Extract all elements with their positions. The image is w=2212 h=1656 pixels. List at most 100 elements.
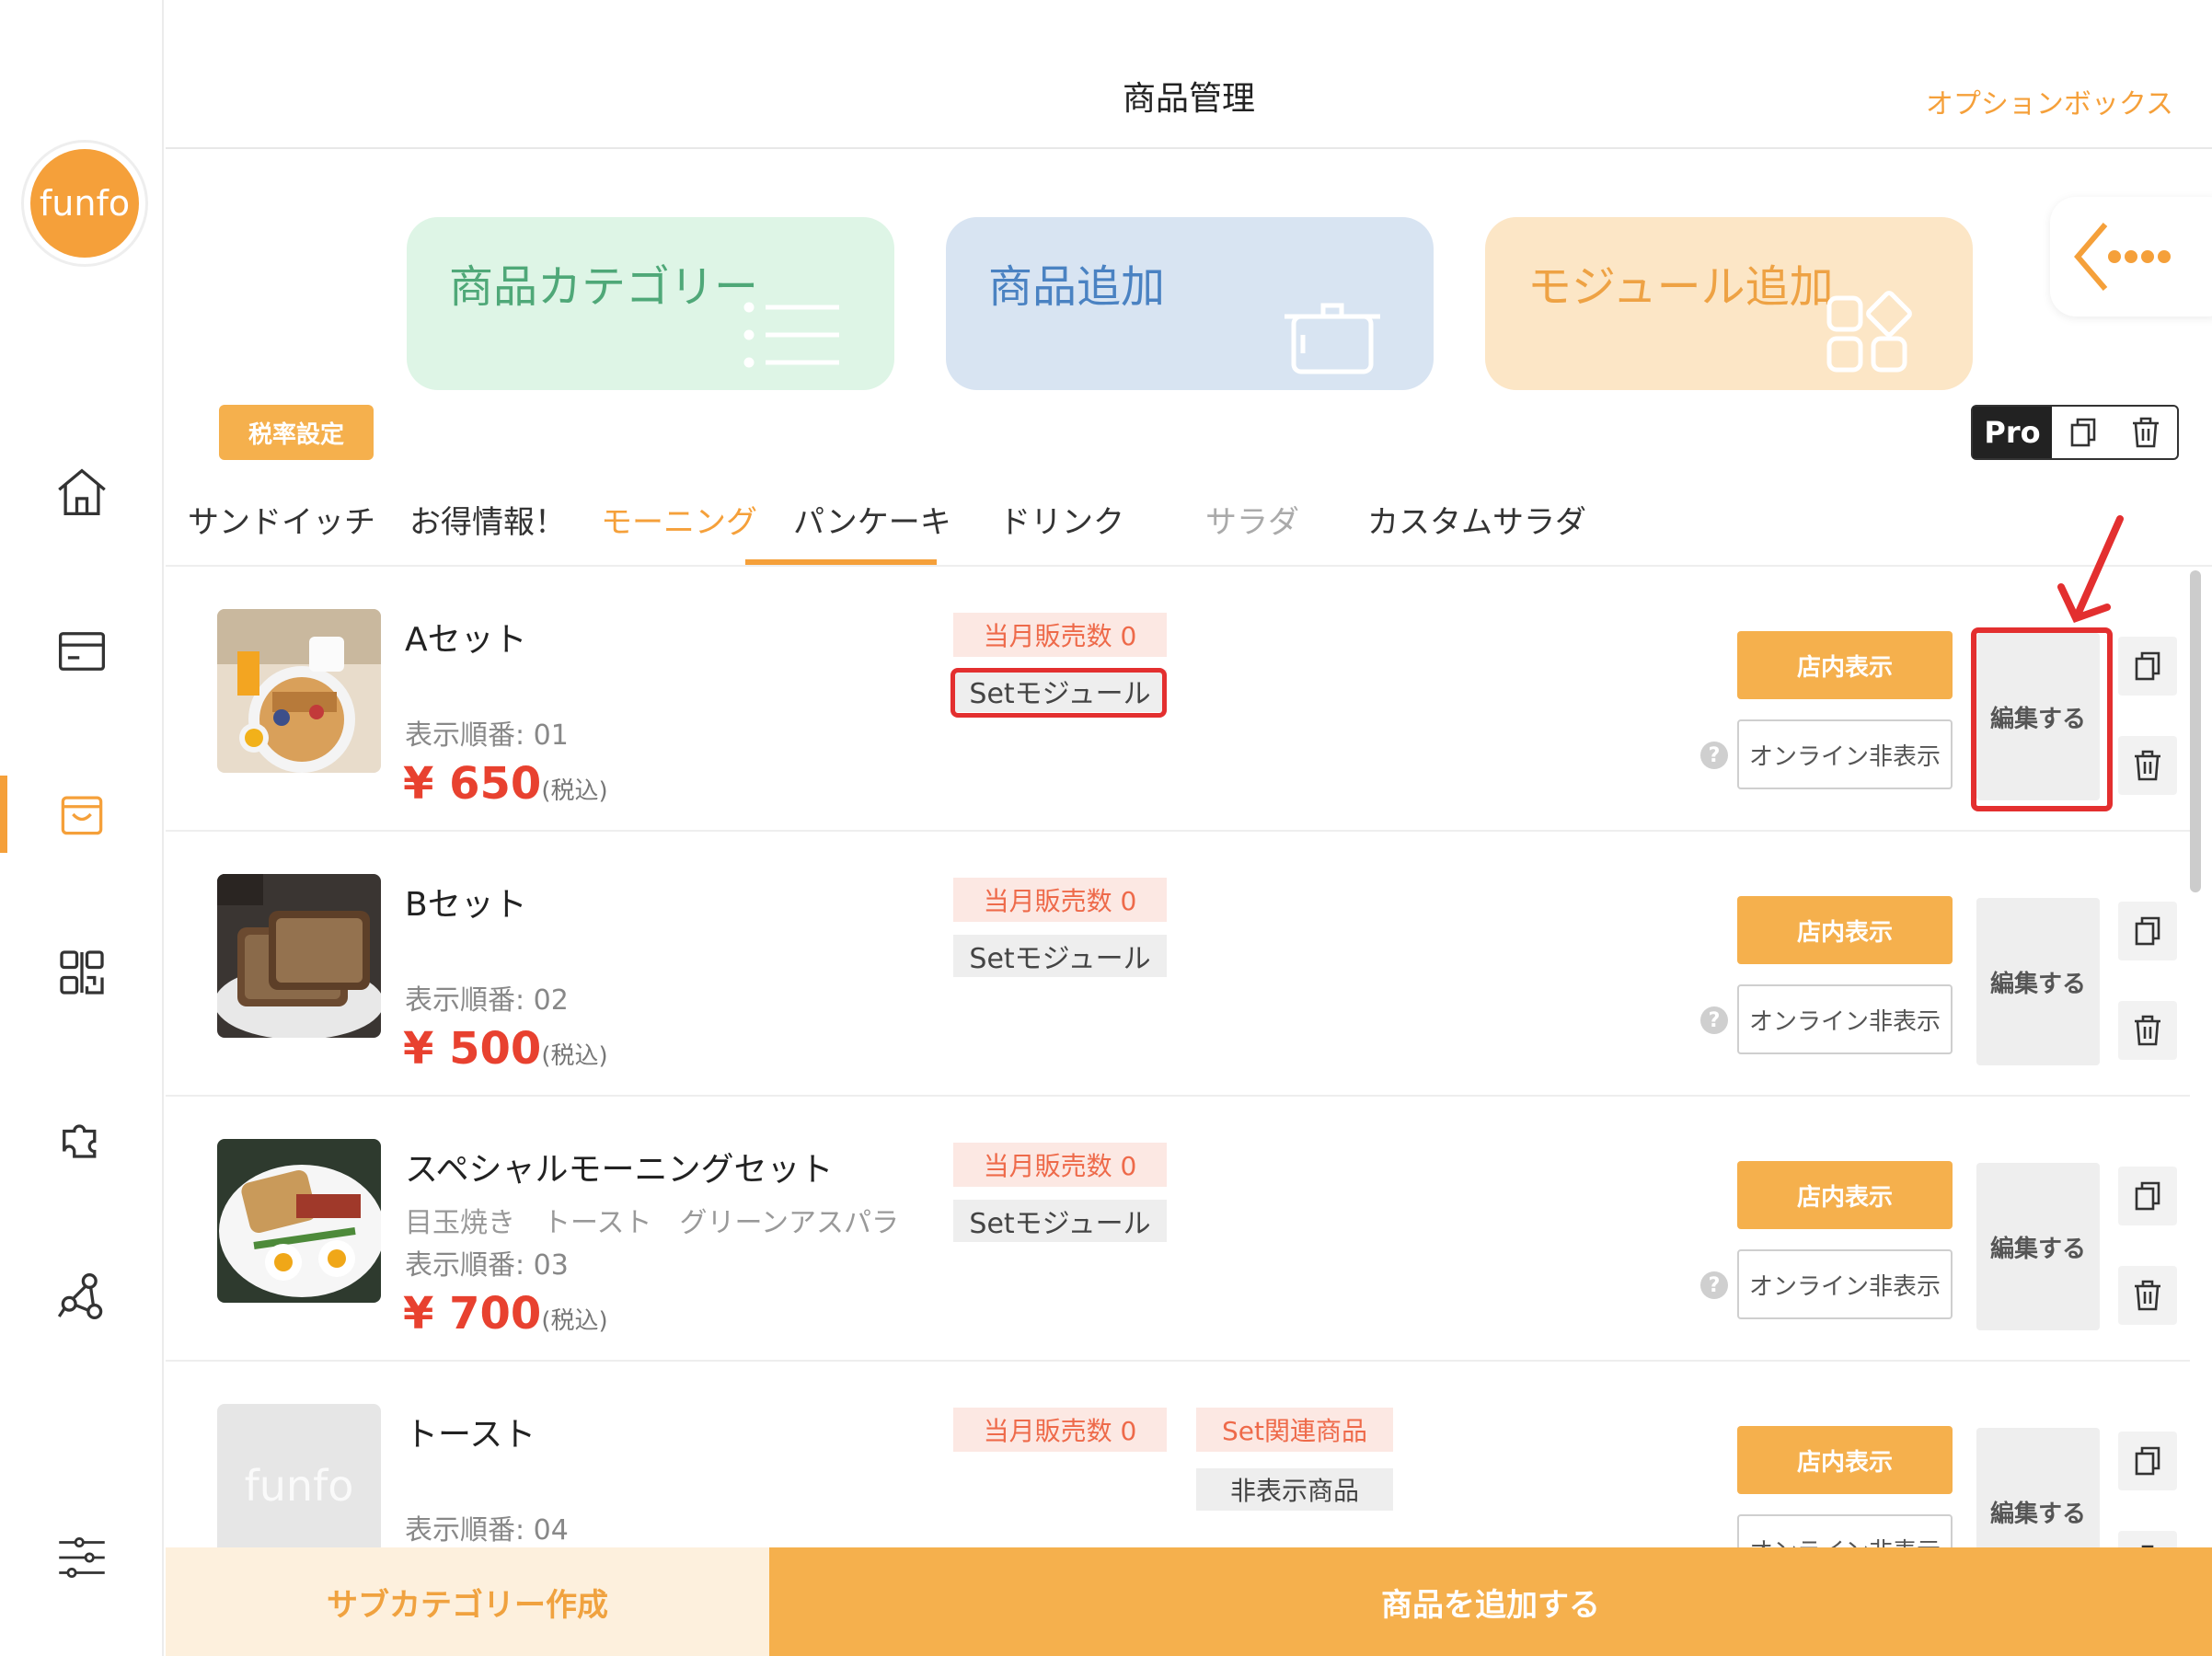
product-order: 表示順番: 01 xyxy=(405,719,569,752)
add-product-card-label: 商品追加 xyxy=(988,261,1166,313)
create-subcategory-button[interactable]: サブカテゴリー作成 xyxy=(166,1547,769,1656)
tab-pancake[interactable]: パンケーキ xyxy=(793,497,951,542)
highlight-set-module xyxy=(950,668,1167,718)
sidebar-item-qr[interactable] xyxy=(0,931,164,1014)
copy-icon xyxy=(2135,651,2160,681)
delete-product-button[interactable] xyxy=(2118,736,2177,795)
trash-icon xyxy=(2135,1280,2160,1311)
trash-icon xyxy=(2133,417,2159,448)
product-image xyxy=(217,609,381,773)
sidebar-item-card[interactable] xyxy=(0,610,164,693)
delete-product-button[interactable] xyxy=(2118,1001,2177,1060)
online-hide-button[interactable]: オンライン非表示 xyxy=(1737,1514,1953,1547)
tab-morning[interactable]: モーニング xyxy=(601,497,757,542)
copy-product-button[interactable] xyxy=(2118,902,2177,960)
copy-icon xyxy=(2135,1446,2160,1476)
network-icon xyxy=(57,1272,103,1320)
chevron-left-icon xyxy=(2074,223,2171,291)
product-name: トースト xyxy=(405,1416,536,1454)
online-hide-button[interactable]: オンライン非表示 xyxy=(1737,984,1953,1054)
tab-deals[interactable]: お得情報！ xyxy=(409,497,566,542)
online-hide-button[interactable]: オンライン非表示 xyxy=(1737,719,1953,789)
price-tax-label: (税込) xyxy=(541,1307,608,1335)
sidebar: funfo xyxy=(0,0,164,1656)
tax-settings-button[interactable]: 税率設定 xyxy=(219,405,374,460)
trash-icon xyxy=(2135,1015,2160,1046)
help-icon[interactable]: ? xyxy=(1700,1271,1728,1299)
price-value: ¥ 650 xyxy=(403,758,542,810)
copy-icon xyxy=(2070,418,2096,447)
page-title: 商品管理 xyxy=(1122,80,1255,118)
product-row: funfo トースト 表示順番: 04 当月販売数 0 Set関連商品 非表示商… xyxy=(166,1362,2190,1547)
tab-salad[interactable]: サラダ xyxy=(1205,497,1299,542)
product-name: Aセット xyxy=(405,621,527,659)
edit-button[interactable]: 編集する xyxy=(1976,898,2100,1065)
logo-text: funfo xyxy=(30,149,139,258)
bag-icon xyxy=(61,796,103,835)
add-product-button[interactable]: 商品を追加する xyxy=(769,1547,2212,1656)
sidebar-item-products[interactable] xyxy=(0,773,164,856)
add-module-card[interactable]: モジュール追加 xyxy=(1485,217,1973,390)
tab-custom-salad[interactable]: カスタムサラダ xyxy=(1367,497,1586,542)
store-display-button[interactable]: 店内表示 xyxy=(1737,1426,1953,1494)
delete-product-button[interactable] xyxy=(2118,1266,2177,1325)
list-icon xyxy=(743,302,839,368)
edit-button[interactable]: 編集する xyxy=(1976,1428,2100,1547)
sidebar-item-settings[interactable] xyxy=(0,1516,164,1599)
category-tabs: サンドイッチ お得情報！ モーニング パンケーキ ドリンク サラダ カスタムサラ… xyxy=(166,478,2212,567)
store-display-button[interactable]: 店内表示 xyxy=(1737,1161,1953,1229)
store-display-button[interactable]: 店内表示 xyxy=(1737,631,1953,699)
bulk-copy-button[interactable] xyxy=(2052,407,2114,458)
annotation-arrow-icon xyxy=(2057,515,2124,623)
edit-button[interactable]: 編集する xyxy=(1976,1163,2100,1330)
puzzle-icon xyxy=(63,1124,97,1158)
pro-button[interactable]: Pro xyxy=(1973,407,2052,458)
option-box-link[interactable]: オプションボックス xyxy=(1926,81,2173,121)
online-hide-button[interactable]: オンライン非表示 xyxy=(1737,1249,1953,1319)
product-row: Bセット 表示順番: 02 ¥ 500(税込) 当月販売数 0 Setモジュール… xyxy=(166,832,2190,1097)
price-value: ¥ 500 xyxy=(403,1023,542,1075)
tab-drink[interactable]: ドリンク xyxy=(999,497,1124,542)
active-tab-underline xyxy=(745,559,937,565)
product-name: Bセット xyxy=(405,886,527,924)
copy-icon xyxy=(2135,916,2160,946)
settings-sliders-icon xyxy=(59,1537,105,1578)
price-value: ¥ 700 xyxy=(403,1288,542,1340)
help-icon[interactable]: ? xyxy=(1700,1006,1728,1034)
product-row: スペシャルモーニングセット 目玉焼き トースト グリーンアスパラ 表示順番: 0… xyxy=(166,1097,2190,1362)
copy-product-button[interactable] xyxy=(2118,637,2177,696)
add-product-card[interactable]: 商品追加 xyxy=(946,217,1434,390)
trash-icon xyxy=(2135,750,2160,781)
copy-product-button[interactable] xyxy=(2118,1167,2177,1225)
funfo-logo[interactable]: funfo xyxy=(21,140,148,267)
category-card[interactable]: 商品カテゴリー xyxy=(407,217,894,390)
set-module-badge: Setモジュール xyxy=(953,935,1167,977)
sidebar-item-module[interactable] xyxy=(0,1095,164,1178)
sidebar-item-network[interactable] xyxy=(0,1255,164,1338)
store-display-button[interactable]: 店内表示 xyxy=(1737,896,1953,964)
product-image xyxy=(217,1139,381,1303)
placeholder-logo-text: funfo xyxy=(244,1461,354,1511)
set-related-badge: Set関連商品 xyxy=(1196,1408,1393,1452)
list-scrollbar[interactable] xyxy=(2190,570,2201,892)
bulk-delete-button[interactable] xyxy=(2114,407,2177,458)
category-card-label: 商品カテゴリー xyxy=(449,261,759,313)
price-tax-label: (税込) xyxy=(541,1042,608,1070)
product-name: スペシャルモーニングセット xyxy=(405,1151,834,1189)
product-order: 表示順番: 02 xyxy=(405,984,569,1017)
product-row: Aセット 表示順番: 01 ¥ 650(税込) 当月販売数 0 Setモジュール… xyxy=(166,567,2190,832)
delete-product-button[interactable] xyxy=(2118,1531,2177,1547)
product-image xyxy=(217,874,381,1038)
tab-sandwich[interactable]: サンドイッチ xyxy=(188,497,375,542)
add-module-card-label: モジュール追加 xyxy=(1527,261,1834,313)
hidden-product-badge: 非表示商品 xyxy=(1196,1468,1393,1511)
copy-product-button[interactable] xyxy=(2118,1432,2177,1490)
more-cards-button[interactable] xyxy=(2050,197,2212,316)
product-description: 目玉焼き トースト グリーンアスパラ xyxy=(405,1207,899,1239)
sidebar-item-home[interactable] xyxy=(0,451,164,534)
pro-toolbar: Pro xyxy=(1971,405,2179,460)
product-price: ¥ 650(税込) xyxy=(403,758,608,810)
header: 商品管理 オプションボックス xyxy=(166,0,2212,149)
monthly-sales-badge: 当月販売数 0 xyxy=(953,1143,1167,1187)
help-icon[interactable]: ? xyxy=(1700,742,1728,769)
